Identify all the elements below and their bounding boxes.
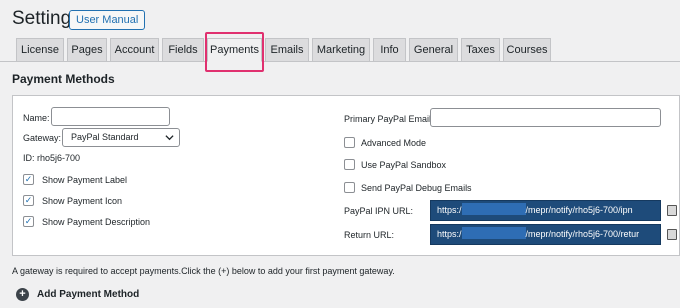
sandbox-text: Use PayPal Sandbox bbox=[361, 160, 447, 170]
show-icon-checkbox[interactable]: ✓ bbox=[23, 195, 34, 206]
show-label-checkbox[interactable]: ✓ bbox=[23, 174, 34, 185]
checkmark-icon: ✓ bbox=[24, 174, 33, 184]
copy-icon[interactable] bbox=[667, 229, 677, 240]
sandbox-checkbox[interactable] bbox=[344, 159, 355, 170]
gateway-label: Gateway: bbox=[23, 133, 62, 143]
user-manual-button[interactable]: User Manual bbox=[69, 10, 146, 30]
ipn-url-prefix: https:/ bbox=[437, 205, 462, 215]
return-url-label: Return URL: bbox=[344, 230, 395, 240]
name-label: Name: bbox=[23, 113, 50, 123]
checkmark-icon: ✓ bbox=[24, 216, 33, 226]
ipn-url-suffix: /mepr/notify/rho5j6-700/ipn bbox=[525, 205, 633, 215]
debug-emails-checkbox[interactable] bbox=[344, 182, 355, 193]
chevron-down-icon bbox=[165, 135, 174, 141]
paypal-email-input[interactable] bbox=[430, 108, 661, 127]
ipn-url-label: PayPal IPN URL: bbox=[344, 206, 414, 216]
add-payment-method-label: Add Payment Method bbox=[37, 289, 140, 300]
tab-fields[interactable]: Fields bbox=[162, 38, 204, 62]
show-description-checkbox[interactable]: ✓ bbox=[23, 216, 34, 227]
tab-taxes[interactable]: Taxes bbox=[461, 38, 500, 62]
show-icon-text: Show Payment Icon bbox=[42, 196, 123, 206]
tab-general[interactable]: General bbox=[409, 38, 458, 62]
tab-payments[interactable]: Payments bbox=[207, 38, 262, 62]
ipn-url-field[interactable]: https:/ /mepr/notify/rho5j6-700/ipn bbox=[430, 200, 661, 221]
tab-info[interactable]: Info bbox=[373, 38, 406, 62]
gateway-select[interactable]: PayPal Standard bbox=[62, 128, 180, 147]
return-url-prefix: https:/ bbox=[437, 229, 462, 239]
tab-pages[interactable]: Pages bbox=[67, 38, 107, 62]
plus-circle-icon: + bbox=[16, 288, 29, 301]
advanced-mode-checkbox[interactable] bbox=[344, 137, 355, 148]
return-url-field[interactable]: https:/ /mepr/notify/rho5j6-700/retur bbox=[430, 224, 661, 245]
tab-emails[interactable]: Emails bbox=[265, 38, 309, 62]
tab-marketing[interactable]: Marketing bbox=[312, 38, 370, 62]
gateway-id: ID: rho5j6-700 bbox=[23, 153, 81, 163]
show-label-text: Show Payment Label bbox=[42, 175, 128, 185]
advanced-mode-text: Advanced Mode bbox=[361, 138, 427, 148]
tab-license[interactable]: License bbox=[16, 38, 64, 62]
copy-icon[interactable] bbox=[667, 205, 677, 216]
gateway-notice: A gateway is required to accept payments… bbox=[12, 266, 395, 276]
tab-courses[interactable]: Courses bbox=[503, 38, 551, 62]
checkmark-icon: ✓ bbox=[24, 195, 33, 205]
redacted-domain bbox=[461, 203, 526, 215]
section-title: Payment Methods bbox=[12, 72, 115, 86]
return-url-suffix: /mepr/notify/rho5j6-700/retur bbox=[525, 229, 640, 239]
tab-account[interactable]: Account bbox=[110, 38, 159, 62]
gateway-selected-value: PayPal Standard bbox=[71, 132, 139, 142]
paypal-email-label: Primary PayPal Email*: bbox=[344, 114, 438, 124]
redacted-domain bbox=[461, 227, 526, 239]
debug-emails-text: Send PayPal Debug Emails bbox=[361, 183, 472, 193]
show-description-text: Show Payment Description bbox=[42, 217, 151, 227]
name-input[interactable] bbox=[51, 107, 170, 126]
